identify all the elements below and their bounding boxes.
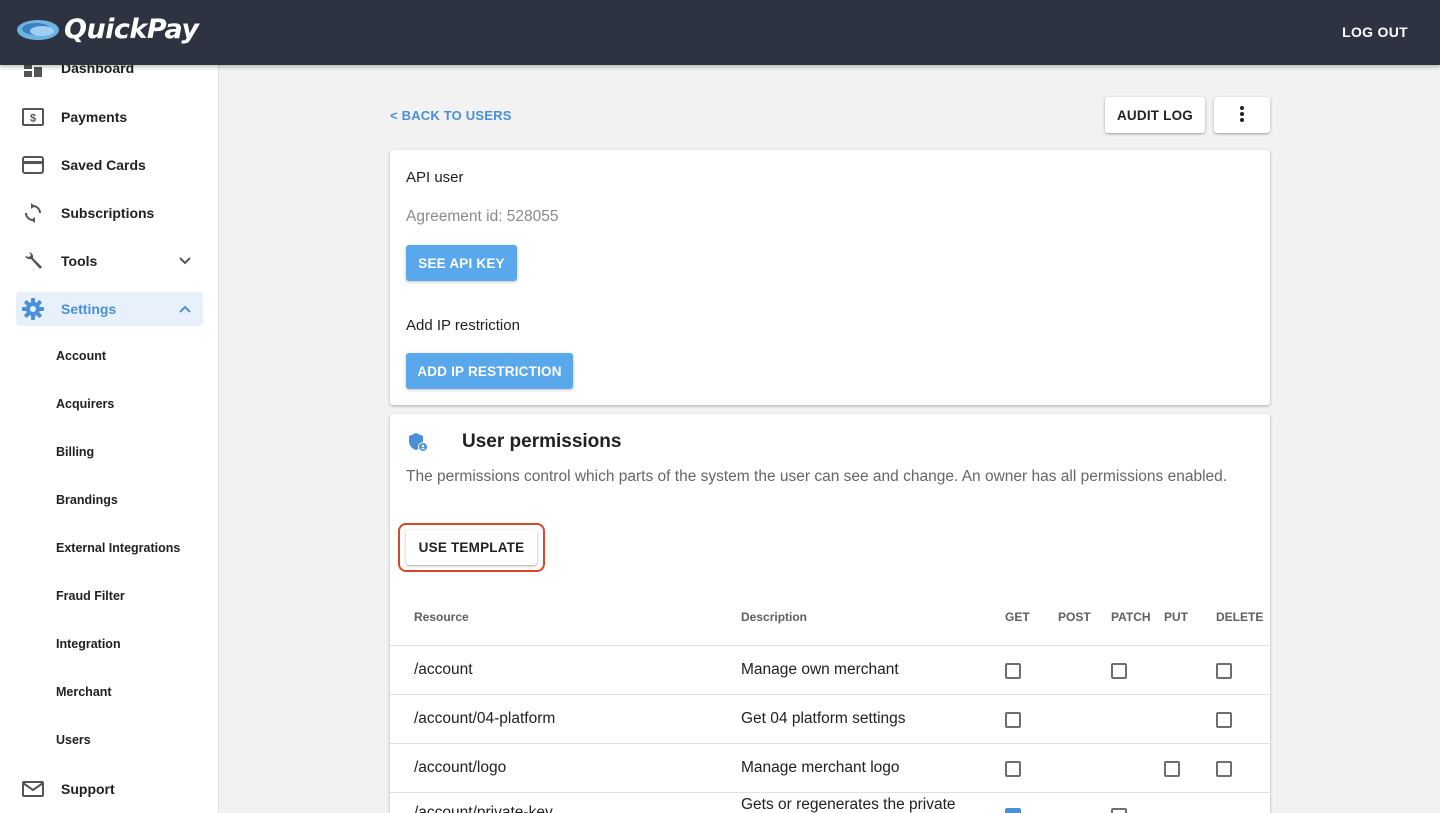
column-header-description: Description xyxy=(741,610,808,624)
api-user-title: API user xyxy=(406,169,464,186)
row-resource: /account/logo xyxy=(414,759,507,776)
checkbox-account-get[interactable] xyxy=(1005,663,1021,679)
sidebar-item-tools[interactable]: Tools xyxy=(16,244,203,278)
checkbox-04-platform-delete[interactable] xyxy=(1216,712,1232,728)
sidebar-item-label: Saved Cards xyxy=(61,157,146,173)
row-description: Manage own merchant xyxy=(741,661,899,678)
sidebar-subitem-users[interactable]: Users xyxy=(56,733,91,747)
wrench-icon xyxy=(22,250,44,272)
checkbox-logo-get[interactable] xyxy=(1005,761,1021,777)
sidebar-item-payments[interactable]: $ Payments xyxy=(16,100,203,134)
gear-icon xyxy=(22,298,44,320)
logout-button[interactable]: LOG OUT xyxy=(1342,24,1408,40)
checkbox-account-delete[interactable] xyxy=(1216,663,1232,679)
vertical-dots-icon xyxy=(1239,105,1245,126)
row-resource: /account/private-key xyxy=(414,804,553,813)
credit-card-icon xyxy=(22,154,44,176)
sidebar-item-dashboard[interactable]: Dashboard xyxy=(16,65,203,85)
sidebar-item-label: Tools xyxy=(61,253,98,269)
row-divider xyxy=(390,694,1270,695)
checkbox-logo-delete[interactable] xyxy=(1216,761,1232,777)
chevron-down-icon xyxy=(177,253,193,269)
sidebar-item-support[interactable]: Support xyxy=(16,772,203,806)
sidebar-subitem-fraud-filter[interactable]: Fraud Filter xyxy=(56,589,125,603)
row-description: Gets or regenerates the private xyxy=(741,796,956,813)
row-description: Get 04 platform settings xyxy=(741,710,906,727)
audit-log-button[interactable]: AUDIT LOG xyxy=(1105,97,1205,133)
dollar-icon: $ xyxy=(22,106,44,128)
more-options-button[interactable] xyxy=(1214,97,1270,133)
shield-user-icon xyxy=(408,432,428,457)
column-header-post: POST xyxy=(1058,610,1091,624)
dashboard-icon xyxy=(22,65,44,79)
quickpay-logo[interactable]: QuickPay xyxy=(16,14,199,45)
column-header-put: PUT xyxy=(1164,610,1188,624)
column-header-resource: Resource xyxy=(414,610,469,624)
app-name: QuickPay xyxy=(64,14,199,45)
mail-icon xyxy=(22,778,44,800)
row-resource: /account xyxy=(414,661,473,678)
checkbox-account-patch[interactable] xyxy=(1111,663,1127,679)
sidebar-item-label: Settings xyxy=(61,301,117,317)
sidebar-item-saved-cards[interactable]: Saved Cards xyxy=(16,148,203,182)
sidebar-subitem-brandings[interactable]: Brandings xyxy=(56,493,118,507)
sidebar-subitem-billing[interactable]: Billing xyxy=(56,445,94,459)
checkbox-private-key-get[interactable] xyxy=(1005,808,1021,813)
column-header-patch: PATCH xyxy=(1111,610,1151,624)
column-header-delete: DELETE xyxy=(1216,610,1264,624)
sidebar-item-settings[interactable]: Settings xyxy=(16,292,203,326)
see-api-key-button[interactable]: SEE API KEY xyxy=(406,245,517,281)
svg-text:$: $ xyxy=(30,113,36,125)
sidebar-subitem-integration[interactable]: Integration xyxy=(56,637,121,651)
sidebar-subitem-merchant[interactable]: Merchant xyxy=(56,685,112,699)
use-template-button[interactable]: USE TEMPLATE xyxy=(406,530,537,565)
checkbox-private-key-patch[interactable] xyxy=(1111,808,1127,813)
refresh-icon xyxy=(22,202,44,224)
agreement-id: Agreement id: 528055 xyxy=(406,208,559,225)
row-divider xyxy=(390,792,1270,793)
add-ip-restriction-button[interactable]: ADD IP RESTRICTION xyxy=(406,353,573,389)
sidebar-item-subscriptions[interactable]: Subscriptions xyxy=(16,196,203,230)
sidebar-item-label: Dashboard xyxy=(61,65,135,76)
back-to-users-link[interactable]: < BACK TO USERS xyxy=(390,108,512,123)
row-resource: /account/04-platform xyxy=(414,710,556,727)
sidebar: Dashboard $ Payments Saved Cards Subscri… xyxy=(0,65,219,813)
chevron-up-icon xyxy=(177,301,193,317)
sidebar-subitem-account[interactable]: Account xyxy=(56,349,106,363)
sidebar-item-label: Payments xyxy=(61,109,128,125)
ip-restriction-title: Add IP restriction xyxy=(406,317,520,334)
sidebar-subitem-external-integrations[interactable]: External Integrations xyxy=(56,541,180,555)
logo-icon xyxy=(16,18,60,42)
row-divider xyxy=(390,645,1270,646)
column-header-get: GET xyxy=(1005,610,1030,624)
checkbox-04-platform-get[interactable] xyxy=(1005,712,1021,728)
permissions-title: User permissions xyxy=(462,431,622,452)
sidebar-subitem-acquirers[interactable]: Acquirers xyxy=(56,397,114,411)
row-divider xyxy=(390,743,1270,744)
checkbox-logo-put[interactable] xyxy=(1164,761,1180,777)
permissions-description: The permissions control which parts of t… xyxy=(406,468,1228,485)
top-bar: QuickPay LOG OUT xyxy=(0,0,1440,65)
sidebar-item-label: Subscriptions xyxy=(61,205,155,221)
row-description: Manage merchant logo xyxy=(741,759,900,776)
sidebar-item-label: Support xyxy=(61,781,115,797)
